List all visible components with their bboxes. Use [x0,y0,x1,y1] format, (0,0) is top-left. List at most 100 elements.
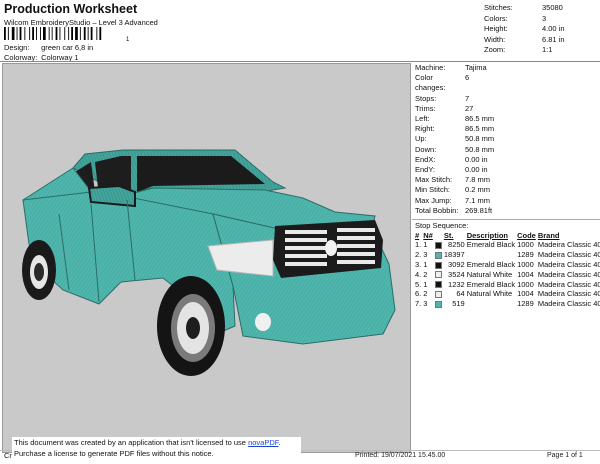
page-number: Page 1 of 1 [547,452,583,459]
stat-value: 3 [542,13,547,23]
param-label: Max Stitch: [415,175,453,185]
row-needle: 3 [423,299,428,309]
param-row: Total Bobbin: 269.81ft [415,206,600,216]
row-description [467,299,517,309]
param-row: Stops: 7 [415,94,600,104]
param-row: Min Stitch: 0.2 mm [415,185,600,195]
row-code: 1000 [517,240,534,250]
barcode-image [4,27,102,40]
row-index: 4. [415,269,422,279]
row-stitches: 1232 [448,279,465,289]
row-code: 1289 [517,299,534,309]
row-index: 5. [415,279,422,289]
row-description: Natural White [466,269,513,279]
row-needle: 3 [423,250,428,260]
truck-embroidery-image [22,149,396,376]
table-row: 5. 1 1232 Emerald Black 1000 Madeira Classic … [415,279,600,289]
stat-label: Stitches: [484,3,513,12]
software-name: Wilcom EmbroideryStudio – Level 3 Advanc… [4,18,158,27]
param-label: EndX: [415,154,436,164]
row-stitches: 18397 [443,250,465,260]
param-row: Machine: Tajima [415,63,600,73]
row-code: 1000 [517,279,534,289]
param-value: 0.2 mm [465,185,491,195]
param-row: Trims: 27 [415,104,600,114]
stat-label: Height: [484,24,508,33]
notice-line-1: This document was created by an applicat… [14,437,301,448]
color-swatch [434,271,442,279]
param-row: Right: 86.5 mm [415,124,600,134]
row-swatch [434,260,444,270]
row-swatch [434,299,444,309]
param-label: Trims: [415,103,436,113]
param-label: Machine: [415,63,446,72]
notice-text: This document was created by an applicat… [14,438,249,447]
table-row: 6. 2 64 Natural White 1004 Madeira Classic 40 [415,289,600,299]
table-row: 1. 1 8250 Emerald Black 1000 Madeira Classic … [415,240,600,250]
machine-params: Machine: Tajima Color changes: 6 Stops: 7 Trim… [412,63,600,216]
param-row: EndY: 0.00 in [415,165,600,175]
param-label: Left: [415,114,430,124]
row-brand: Madeira Classic 40 [537,299,600,309]
param-row: Left: 86.5 mm [415,114,600,124]
param-label: Total Bobbin: [415,205,459,215]
row-index: 3. [415,260,422,270]
param-row: Up: 50.8 mm [415,134,600,144]
row-stitches: 8250 [448,240,465,250]
row-swatch [434,240,444,250]
stat-value: 4.00 in [542,24,565,33]
col-needle: N# [423,230,433,240]
param-value: 50.8 mm [465,144,495,154]
row-stitches: 64 [456,289,465,299]
table-row: 2. 3 18397 1289 Madeira Classic 40 [415,250,600,260]
stat-row: Stitches: 35080 [484,3,565,14]
row-index: 7. [415,299,422,309]
row-brand: Madeira Classic 40 [537,279,600,289]
footer-cr: Cr [4,451,12,460]
color-swatch [434,300,442,308]
novapdf-link[interactable]: novaPDF [248,438,278,447]
info-panel: Machine: Tajima Color changes: 6 Stops: 7 Trim… [412,63,600,453]
row-stitches: 3524 [448,269,465,279]
param-value: 269.81ft [465,205,493,215]
row-needle: 1 [423,260,428,270]
param-label: Min Stitch: [415,185,451,195]
param-value: 86.5 mm [465,114,495,124]
row-needle: 2 [423,289,428,299]
row-swatch [434,269,444,279]
row-index: 6. [415,289,422,299]
stat-value: 6.81 in [542,34,565,44]
param-label: Down: [415,144,437,154]
stat-label: Width: [484,34,506,44]
param-row: Max Jump: 7.1 mm [415,196,600,206]
barcode-caption: 1 [126,37,130,43]
row-brand: Madeira Classic 40 [537,250,600,260]
notice-period: . [278,438,281,447]
param-label: Max Jump: [415,195,452,205]
row-code: 1000 [517,260,534,270]
stat-row: Colors: 3 [484,14,565,25]
col-code: Code [517,230,536,240]
notice-line-2: Purchase a license to generate PDF files… [14,449,214,458]
col-brand: Brand [537,230,560,240]
color-swatch [434,261,442,269]
stat-row: Width: 6.81 in [484,35,565,46]
row-stitches: 3092 [448,260,465,270]
row-brand: Madeira Classic 40 [537,269,600,279]
col-index: # [415,230,420,240]
stat-value: 35080 [542,3,563,12]
table-row: 3. 1 3092 Emerald Black 1000 Madeira Classic … [415,260,600,270]
stat-row: Height: 4.00 in [484,24,565,35]
param-value: Tajima [465,63,487,72]
stat-label: Zoom: [484,45,506,54]
param-value: 50.8 mm [465,134,495,144]
color-swatch [434,281,442,289]
param-row: Color changes: 6 [415,73,600,93]
header-divider [0,61,600,62]
table-row: 7. 3 519 1289 Madeira Classic 40 [415,299,600,309]
stat-label: Colors: [484,13,508,23]
row-brand: Madeira Classic 40 [537,240,600,250]
row-description: Natural White [466,289,513,299]
col-description: Description [466,230,508,240]
param-value: 86.5 mm [465,124,495,134]
